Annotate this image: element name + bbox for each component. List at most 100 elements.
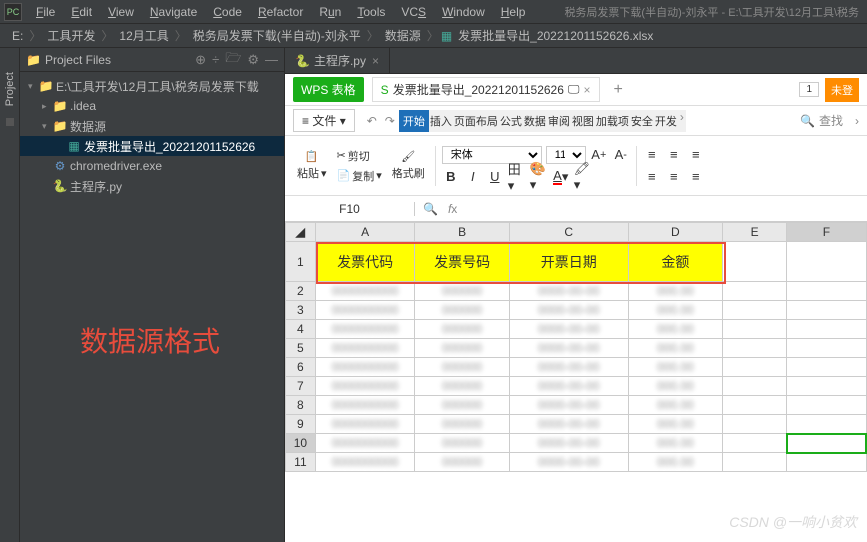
- cell[interactable]: [787, 377, 866, 396]
- row-header[interactable]: 8: [286, 396, 316, 415]
- cell[interactable]: 000.00: [628, 301, 722, 320]
- cell[interactable]: [787, 320, 866, 339]
- cell[interactable]: 0000-00-00: [509, 358, 628, 377]
- row-header[interactable]: 9: [286, 415, 316, 434]
- ribbon-tab[interactable]: 审阅: [547, 110, 571, 132]
- cell[interactable]: 0000000000: [315, 453, 415, 472]
- cell[interactable]: 000000: [415, 377, 509, 396]
- cell[interactable]: 0000-00-00: [509, 434, 628, 453]
- cell[interactable]: 0000000000: [315, 320, 415, 339]
- cell[interactable]: [723, 396, 787, 415]
- cell[interactable]: 000000: [415, 453, 509, 472]
- row-header[interactable]: 5: [286, 339, 316, 358]
- cell[interactable]: [723, 339, 787, 358]
- cell[interactable]: [723, 434, 787, 453]
- close-icon[interactable]: ×: [372, 54, 379, 68]
- cell[interactable]: 0000-00-00: [509, 377, 628, 396]
- menu-vcs[interactable]: VCS: [393, 3, 434, 21]
- font-color-icon[interactable]: A▾: [552, 168, 570, 186]
- paste-button[interactable]: 📋: [305, 150, 319, 163]
- cell[interactable]: 0000-00-00: [509, 301, 628, 320]
- cell[interactable]: 0000-00-00: [509, 320, 628, 339]
- cell[interactable]: [787, 339, 866, 358]
- align-left-icon[interactable]: ≡: [643, 168, 661, 186]
- cell[interactable]: 0000000000: [315, 282, 415, 301]
- row-header[interactable]: 1: [286, 242, 316, 282]
- cell[interactable]: [723, 242, 787, 282]
- menu-edit[interactable]: Edit: [63, 3, 100, 21]
- header-cell[interactable]: 金额: [628, 242, 722, 282]
- format-painter-label[interactable]: 格式刷: [392, 165, 425, 181]
- tree-folder-datasource[interactable]: ▾📁数据源: [20, 116, 284, 136]
- cell[interactable]: 000.00: [628, 358, 722, 377]
- bold-icon[interactable]: B: [442, 168, 460, 186]
- header-cell[interactable]: 开票日期: [509, 242, 628, 282]
- crumb-part[interactable]: 数据源: [381, 27, 425, 44]
- redo-icon[interactable]: ↷: [385, 114, 395, 128]
- login-button[interactable]: 未登: [825, 78, 859, 102]
- tree-file-mainpy[interactable]: 🐍主程序.py: [20, 176, 284, 196]
- font-select[interactable]: 宋体: [442, 146, 542, 164]
- cell[interactable]: 000.00: [628, 453, 722, 472]
- cell[interactable]: 000000: [415, 434, 509, 453]
- italic-icon[interactable]: I: [464, 168, 482, 186]
- project-side-tab[interactable]: Project: [4, 68, 16, 110]
- crumb-file[interactable]: 发票批量导出_20221201152626.xlsx: [454, 27, 657, 44]
- cell[interactable]: 0000000000: [315, 396, 415, 415]
- cell[interactable]: 0000000000: [315, 339, 415, 358]
- menu-help[interactable]: Help: [493, 3, 534, 21]
- column-header[interactable]: A: [315, 223, 415, 242]
- cell[interactable]: 000000: [415, 358, 509, 377]
- cell[interactable]: 000000: [415, 282, 509, 301]
- align-bottom-icon[interactable]: ≡: [687, 146, 705, 164]
- align-middle-icon[interactable]: ≡: [665, 146, 683, 164]
- crumb-drive[interactable]: E:: [8, 29, 27, 43]
- fill-color-icon[interactable]: 🎨▾: [530, 168, 548, 186]
- cell[interactable]: 000000: [415, 339, 509, 358]
- header-cell[interactable]: 发票号码: [415, 242, 509, 282]
- cell[interactable]: 000.00: [628, 396, 722, 415]
- column-header[interactable]: D: [628, 223, 722, 242]
- cell[interactable]: [787, 282, 866, 301]
- cell[interactable]: [787, 415, 866, 434]
- chevron-right-icon[interactable]: ›: [678, 110, 686, 132]
- panel-title[interactable]: Project Files: [45, 53, 189, 67]
- column-header[interactable]: C: [509, 223, 628, 242]
- menu-code[interactable]: Code: [205, 3, 250, 21]
- cut-button[interactable]: ✂ 剪切: [337, 148, 382, 164]
- cell[interactable]: 0000-00-00: [509, 339, 628, 358]
- cell[interactable]: [723, 320, 787, 339]
- increase-font-icon[interactable]: A+: [590, 146, 608, 164]
- crumb-part[interactable]: 税务局发票下载(半自动)-刘永平: [189, 27, 365, 44]
- ribbon-tab[interactable]: 加载项: [595, 110, 630, 132]
- cell[interactable]: [787, 301, 866, 320]
- row-header[interactable]: 10: [286, 434, 316, 453]
- crumb-part[interactable]: 工具开发: [43, 27, 99, 44]
- crumb-part[interactable]: 12月工具: [115, 27, 172, 44]
- tree-folder-idea[interactable]: ▸📁.idea: [20, 96, 284, 116]
- editor-tab-main[interactable]: 🐍 主程序.py ×: [285, 48, 390, 73]
- cell[interactable]: 0000-00-00: [509, 415, 628, 434]
- menu-tools[interactable]: Tools: [349, 3, 393, 21]
- header-cell[interactable]: 发票代码: [315, 242, 415, 282]
- align-center-icon[interactable]: ≡: [665, 168, 683, 186]
- ribbon-tab[interactable]: 安全: [630, 110, 654, 132]
- search-box[interactable]: 🔍 查找 ›: [800, 112, 859, 129]
- cell[interactable]: 000.00: [628, 282, 722, 301]
- cell[interactable]: 0000000000: [315, 301, 415, 320]
- ribbon-tab[interactable]: 视图: [571, 110, 595, 132]
- chevron-right-icon[interactable]: ›: [855, 114, 859, 128]
- row-header[interactable]: 6: [286, 358, 316, 377]
- select-file-icon[interactable]: ÷: [212, 52, 219, 67]
- tree-file-chromedriver[interactable]: ⚙chromedriver.exe: [20, 156, 284, 176]
- active-cell[interactable]: [787, 434, 866, 453]
- tree-file-export[interactable]: ▦发票批量导出_20221201152626: [20, 136, 284, 156]
- row-header[interactable]: 4: [286, 320, 316, 339]
- column-header[interactable]: F: [787, 223, 866, 242]
- cell[interactable]: 000000: [415, 301, 509, 320]
- ribbon-tab[interactable]: 公式: [499, 110, 523, 132]
- cell-reference[interactable]: F10: [285, 202, 415, 216]
- cell[interactable]: 0000000000: [315, 434, 415, 453]
- menu-view[interactable]: View: [100, 3, 142, 21]
- hide-icon[interactable]: —: [265, 52, 278, 67]
